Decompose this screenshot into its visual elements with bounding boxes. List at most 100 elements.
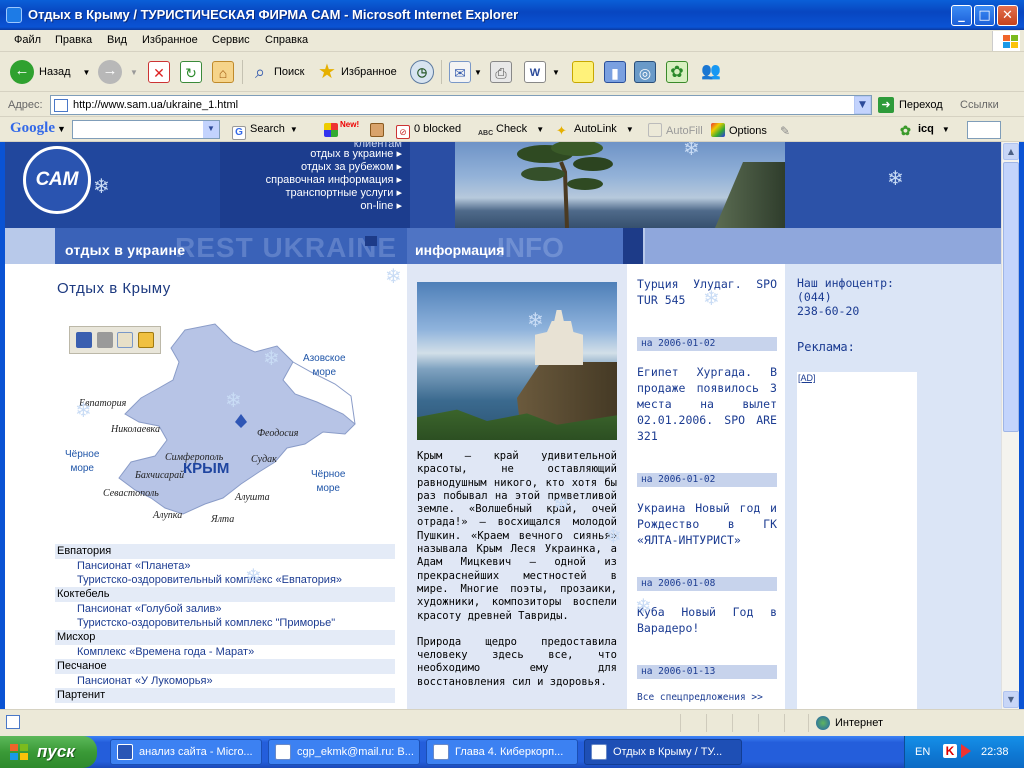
home-button[interactable]: ⌂ [212,58,234,86]
links-label[interactable]: Ссылки [960,99,999,111]
info-column: Крым – край удивительной красоты, не ост… [407,264,627,709]
stop-button[interactable]: ✕ [148,58,170,86]
print-icon[interactable] [96,332,113,348]
security-zone: Интернет [816,716,883,730]
news-item[interactable]: Украина Новый год и Рождество в ГК «ЯЛТА… [637,500,777,548]
resort-link[interactable]: Комплекс «Времена года - Марат» [55,645,395,659]
menu-tools[interactable]: Сервис [212,34,250,46]
task-crimea-page[interactable]: Отдых в Крыму / ТУ... [584,739,742,765]
icq-search-input[interactable] [967,121,1001,139]
favorites-button[interactable]: ★ Избранное [316,58,397,86]
go-arrow-icon: ➜ [878,97,894,113]
tray-arrow-icon[interactable] [961,744,971,758]
city-bakhchisaray[interactable]: Бахчисарай [135,470,184,481]
antivirus-icon[interactable]: K [943,744,957,758]
scroll-thumb[interactable] [1003,162,1019,432]
task-label: Глава 4. Киберкорп... [455,746,564,758]
minimize-button[interactable]: _ [951,5,972,26]
google-search-input[interactable]: ▼ [72,120,220,139]
google-logo[interactable]: Google ▼ [10,120,66,137]
city-simferopol[interactable]: Симферополь [165,452,223,463]
header-photo [455,142,785,228]
options-button[interactable]: Options [711,123,767,137]
task-word-document[interactable]: анализ сайта - Micro... [110,739,262,765]
nav-abroad[interactable]: отдых за рубежом ▸ [220,161,402,174]
windows-flag-icon [10,743,30,761]
nav-ukraine[interactable]: отдых в украине ▸ [220,148,402,161]
contacts-button[interactable]: 👥 [700,58,722,86]
vertical-scrollbar[interactable]: ▲ ▼ [1001,142,1019,709]
nav-reference[interactable]: справочная информация ▸ [220,174,402,187]
menu-favorites[interactable]: Избранное [142,34,198,46]
resort-link[interactable]: Туристско-оздоровительный комплекс «Евпа… [55,573,395,587]
refresh-button[interactable]: ↻ [180,58,202,86]
ad-link[interactable]: [AD] [798,373,816,383]
edit-word-button[interactable]: W ▼ [524,58,560,86]
highlight-button[interactable] [370,123,388,137]
all-special-offers-link[interactable]: Все спецпредложения >> [637,692,763,703]
section-info-title: информация [415,242,505,258]
ad-box: [AD] [797,372,917,709]
resort-link[interactable]: Туристско-оздоровительный комплекс "Прим… [55,616,395,630]
back-button[interactable]: ← Назад ▼ [10,58,90,86]
maximize-button[interactable]: □ [974,5,995,26]
icq-toolbar-button[interactable]: ✿ icq ▼ [900,123,950,138]
task-mail[interactable]: cgp_ekmk@mail.ru: В... [268,739,420,765]
crimea-content: Отдых в Крыму КРЫМ Азовское море Чёрное … [55,264,407,709]
nav-transport[interactable]: транспортные услуги ▸ [220,187,402,200]
star-icon: ★ [318,61,336,83]
messenger-button[interactable]: ◎ [634,58,656,86]
icq-button[interactable]: ✿ [666,58,688,86]
scroll-down-button[interactable]: ▼ [1003,691,1019,708]
start-button[interactable]: пуск [0,736,97,768]
google-news-button[interactable]: New! [324,120,359,137]
task-chapter[interactable]: Глава 4. Киберкорп... [426,739,578,765]
popup-blocker-button[interactable]: ⊘ 0 blocked [396,123,461,139]
search-button[interactable]: ⌕ Поиск [249,58,305,86]
history-button[interactable]: ◷ [410,58,434,86]
forward-button[interactable]: → ▼ [98,58,138,86]
address-url: http://www.sam.ua/ukraine_1.html [73,99,239,111]
city-alushta[interactable]: Алушта [235,492,270,503]
menu-edit[interactable]: Правка [55,34,92,46]
forward-arrow-icon: → [98,60,122,84]
city-sevastopol[interactable]: Севастополь [103,488,159,499]
discuss-button[interactable] [572,58,594,86]
open-icon[interactable] [137,332,154,348]
menu-view[interactable]: Вид [107,34,127,46]
autofill-button[interactable]: AutoFill [648,123,703,137]
scroll-up-button[interactable]: ▲ [1003,143,1019,160]
menu-file[interactable]: Файл [14,34,41,46]
mail-icon[interactable] [117,332,134,348]
address-input[interactable]: http://www.sam.ua/ukraine_1.html [50,95,872,115]
go-button[interactable]: ➜ Переход [878,97,943,113]
google-search-button[interactable]: G Search ▼ [232,123,298,140]
city-yalta[interactable]: Ялта [211,514,234,525]
resort-link[interactable]: Пансионат «У Лукоморья» [55,674,395,688]
city-feodosia[interactable]: Феодосия [257,428,298,439]
city-alupka[interactable]: Алупка [153,510,182,521]
autolink-button[interactable]: ✦ AutoLink ▼ [556,123,634,138]
spellcheck-button[interactable]: ABC Check ▼ [478,123,544,141]
news-item[interactable]: Куба Новый Год в Варадеро! [637,604,777,636]
pencil-button[interactable]: ✎ [780,123,798,138]
stop-icon: ✕ [148,61,170,83]
sam-logo[interactable]: САМ [23,146,91,214]
news-item[interactable]: Египет Хургада. В продаже появилось 3 ме… [637,364,777,444]
resort-link[interactable]: Пансионат «Планета» [55,559,395,573]
resort-link[interactable]: Пансионат «Голубой залив» [55,602,395,616]
save-icon[interactable] [76,332,93,348]
menu-help[interactable]: Справка [265,34,308,46]
city-sudak[interactable]: Судак [251,454,277,465]
snowflake-icon: ❄ [75,398,92,422]
close-button[interactable]: ✕ [997,5,1018,26]
research-button[interactable]: ▮ [604,58,626,86]
address-dropdown-button[interactable]: ▼ [854,96,871,114]
print-button[interactable]: ⎙ [490,58,512,86]
language-indicator[interactable]: EN [915,746,930,758]
snowflake-icon: ❄ [385,264,402,288]
globe-icon [816,716,830,730]
city-nikolaevka[interactable]: Николаевка [111,424,160,435]
nav-online[interactable]: on-line ▸ [220,200,402,213]
mail-button[interactable]: ✉ ▼ [449,58,482,86]
